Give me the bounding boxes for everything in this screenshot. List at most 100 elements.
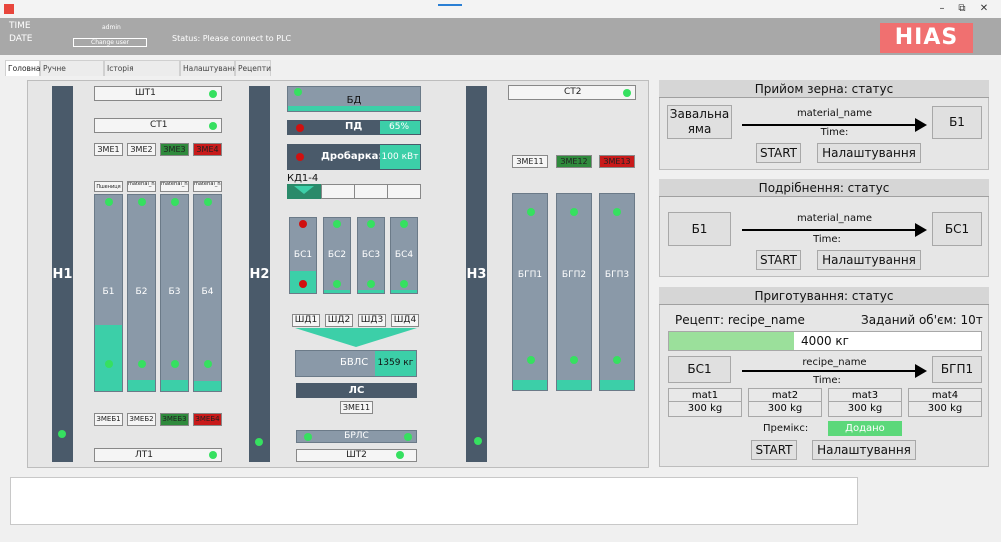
material-amount: 300 kg (927, 403, 963, 414)
st2-sensor (623, 89, 631, 97)
valve-zmeb1[interactable]: ЗМЕБ1 (94, 413, 123, 426)
elevator-n1-label: Н1 (52, 266, 73, 282)
valve-zme13[interactable]: ЗМЕ13 (599, 155, 635, 168)
grinding-source[interactable]: Б1 (668, 212, 731, 246)
bin-bs1-top-sensor (299, 220, 307, 228)
tab-manual-control[interactable]: Ручне керування (40, 60, 104, 89)
kd-divider (354, 184, 355, 199)
valve-zmeb2[interactable]: ЗМЕБ2 (127, 413, 156, 426)
material-slot-1: mat1 300 kg (668, 388, 742, 417)
grain-intake-settings-button[interactable]: Налаштування (817, 143, 921, 163)
material-amount: 300 kg (847, 403, 883, 414)
conveyor-ls[interactable]: ЛС (296, 383, 417, 398)
change-user-button[interactable]: Change user (73, 38, 147, 47)
valve-zme2[interactable]: ЗМЕ2 (127, 143, 156, 156)
mixer-funnel-icon (295, 328, 417, 347)
valve-zme12[interactable]: ЗМЕ12 (556, 155, 592, 168)
grinding-title: Подрібнення: статус (659, 179, 989, 197)
bin-b2-bottom-sensor (138, 360, 146, 368)
valve-zme3[interactable]: ЗМЕ3 (160, 143, 189, 156)
valve-zme11-mid[interactable]: ЗМЕ11 (340, 401, 373, 414)
bin-bgp2-label: БГП2 (561, 270, 587, 280)
grain-intake-dest-label: Б1 (949, 115, 965, 129)
elevator-n3[interactable]: Н3 (466, 86, 487, 462)
preparation-progress-bar: 4000 кг (668, 331, 982, 351)
valve-zmeb4[interactable]: ЗМЕБ4 (193, 413, 222, 426)
conveyor-sht1[interactable]: ШТ1 (94, 86, 222, 101)
grinding-start-button[interactable]: START (756, 250, 801, 270)
preparation-source[interactable]: БС1 (668, 356, 731, 383)
valve-zme1[interactable]: ЗМЕ1 (94, 143, 123, 156)
valve-zmeb3[interactable]: ЗМЕБ3 (160, 413, 189, 426)
bin-b4-label: Б4 (201, 287, 214, 297)
conveyor-st1[interactable]: СТ1 (94, 118, 222, 133)
minimize-button[interactable]: – (932, 2, 952, 16)
tab-recipes[interactable]: Рецепти (235, 60, 271, 76)
dosing-shd2[interactable]: ШД2 (325, 314, 353, 327)
conveyor-ls-label: ЛС (348, 385, 365, 396)
bin-b4-bottom-sensor (204, 360, 212, 368)
tab-settings[interactable]: Налаштування (180, 60, 242, 76)
bin-b2-level (128, 380, 155, 391)
bin-b3-label: Б3 (168, 287, 181, 297)
bin-brls[interactable]: БРЛС (296, 430, 417, 443)
bin-brls-label: БРЛС (344, 431, 369, 441)
bin-b1-label: Б1 (102, 287, 115, 297)
bin-b1-bottom-sensor (105, 360, 113, 368)
bin-b1-top-sensor (105, 198, 113, 206)
user-name: admin (102, 24, 121, 31)
elevator-n1-sensor (58, 430, 66, 438)
tab-home[interactable]: Головна (5, 60, 40, 76)
bin-head-b3: material_name (160, 181, 189, 192)
conveyor-lt1-label: ЛТ1 (135, 450, 153, 460)
grain-intake-dest[interactable]: Б1 (932, 106, 982, 139)
elevator-n1[interactable]: Н1 (52, 86, 73, 462)
crusher-status (296, 153, 304, 161)
grain-intake-source[interactable]: Завальна яма (667, 105, 732, 139)
valve-zme11[interactable]: ЗМЕ11 (512, 155, 548, 168)
preparation-settings-button[interactable]: Налаштування (812, 440, 916, 460)
material-amount: 300 kg (687, 403, 723, 414)
conveyor-st2[interactable]: СТ2 (508, 85, 636, 100)
elevator-n2-sensor (255, 438, 263, 446)
bin-head-b2: material_name (127, 181, 156, 192)
bin-bs1-label: БС1 (293, 250, 313, 260)
bin-bgp3-level (600, 380, 634, 390)
bin-b3-level (161, 380, 188, 391)
dosing-shd1[interactable]: ШД1 (292, 314, 320, 327)
preparation-arrow-line (742, 370, 917, 372)
kd-divider (321, 184, 322, 199)
time-label: TIME (9, 21, 31, 31)
arrow-right-icon (915, 364, 927, 378)
bin-b4-level (194, 381, 221, 391)
elevator-n2[interactable]: Н2 (249, 86, 270, 462)
message-log[interactable] (10, 477, 858, 525)
grain-intake-material: material_name (796, 108, 873, 119)
grain-intake-source-label: Завальна яма (669, 107, 730, 136)
header-bar (0, 18, 1001, 55)
grinding-settings-button[interactable]: Налаштування (817, 250, 921, 270)
dosing-shd4[interactable]: ШД4 (391, 314, 419, 327)
material-name: mat3 (829, 389, 901, 402)
dosing-shd3[interactable]: ШД3 (358, 314, 386, 327)
valve-zme4[interactable]: ЗМЕ4 (193, 143, 222, 156)
distributor-arrow-icon (294, 186, 314, 194)
bin-bd-label: БД (346, 95, 362, 106)
bin-b2-label: Б2 (135, 287, 148, 297)
preparation-start-button[interactable]: START (751, 440, 797, 460)
material-slot-4: mat4 300 kg (908, 388, 982, 417)
bin-bs2-top-sensor (333, 220, 341, 228)
mixer-bvls-weight: 1359 кг (375, 351, 416, 376)
bin-bgp1-bottom-sensor (527, 356, 535, 364)
grain-intake-start-button[interactable]: START (756, 143, 801, 163)
material-amount: 300 kg (767, 403, 803, 414)
close-button[interactable]: ✕ (974, 2, 994, 16)
tab-message-history[interactable]: Історія повідомлень (104, 60, 180, 89)
elevator-n3-label: Н3 (466, 266, 487, 282)
preparation-dest[interactable]: БГП1 (932, 356, 982, 383)
conveyor-lt1[interactable]: ЛТ1 (94, 448, 222, 462)
bin-bgp2-top-sensor (570, 208, 578, 216)
grinding-dest[interactable]: БС1 (932, 212, 982, 246)
grain-intake-time: Time: (820, 127, 849, 138)
maximize-button[interactable]: ⧉ (952, 2, 972, 16)
